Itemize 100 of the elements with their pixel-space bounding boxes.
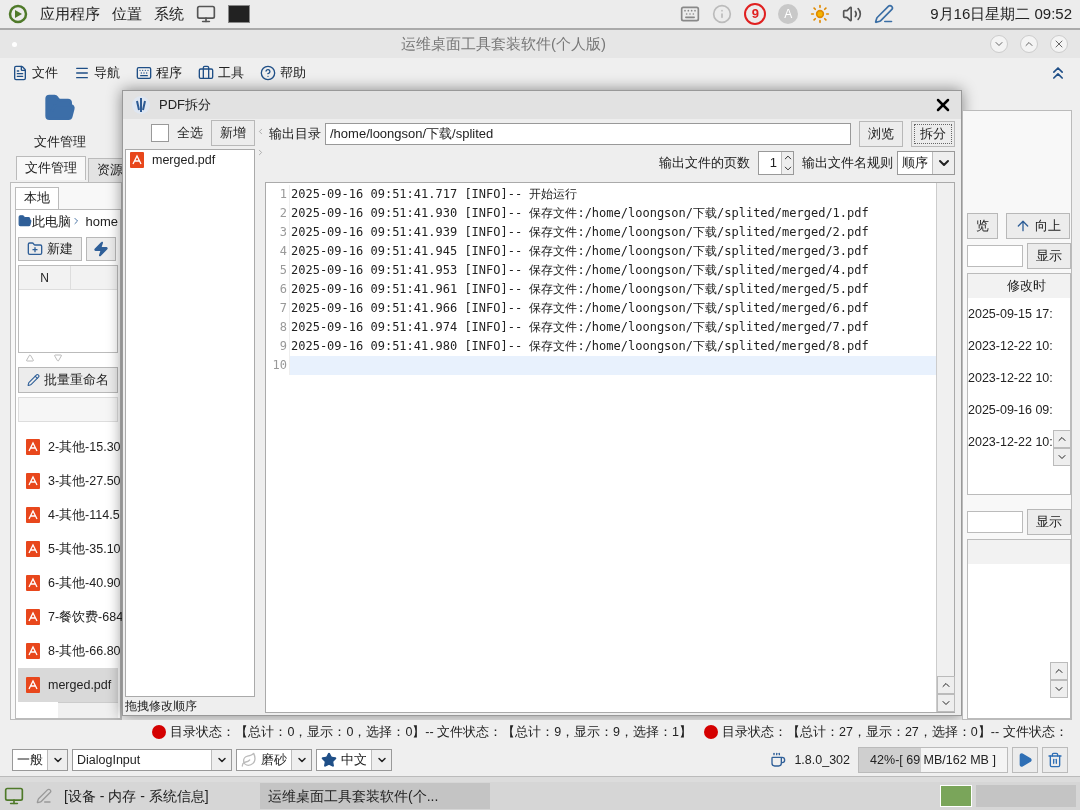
dropdown[interactable]: DialogInput [72, 749, 232, 771]
line-number: 1 [266, 185, 290, 204]
scroll-up-button[interactable] [1052, 430, 1071, 448]
scroll-down-button[interactable] [1050, 680, 1068, 698]
log-line: 2025-09-16 09:51:41.966 [INFO]-- 保存文件:/home/loongson/下载/splited/merged/6.pdf [290, 300, 870, 317]
action-button[interactable] [86, 237, 116, 262]
file-row[interactable]: 6-其他-40.90 [18, 566, 118, 601]
log-line: 2025-09-16 09:51:41.961 [INFO]-- 保存文件:/home/loongson/下载/splited/merged/5.pdf [290, 281, 870, 298]
breadcrumb-item[interactable]: 此电脑 [32, 211, 71, 231]
file-manager-launcher[interactable]: 文件管理 [20, 92, 100, 152]
scroll-up-button[interactable] [1050, 662, 1068, 680]
file-row[interactable]: 8-其他-66.80 [18, 634, 118, 669]
menu-item[interactable]: 文件 [32, 63, 58, 83]
scroll-down-button[interactable] [937, 694, 955, 712]
file-row[interactable]: 5-其他-35.10 [18, 532, 118, 567]
select-all-checkbox[interactable] [151, 124, 169, 142]
pdf-file-icon [26, 643, 40, 660]
log-line: 2025-09-16 09:51:41.930 [INFO]-- 保存文件:/home/loongson/下载/splited/merged/1.pdf [290, 205, 870, 222]
column-header[interactable]: 修改时 [968, 274, 1070, 298]
terminal-icon[interactable] [228, 5, 250, 23]
workspace-switcher[interactable] [940, 785, 972, 807]
taskbar-button[interactable]: 运维桌面工具套装软件(个... [260, 783, 490, 809]
splitter-down-icon[interactable] [54, 354, 62, 363]
scroll-down-button[interactable] [1052, 448, 1071, 466]
menu-item[interactable]: 帮助 [280, 63, 306, 83]
maximize-button[interactable] [1020, 35, 1038, 53]
play-icon [1017, 752, 1033, 768]
info-icon[interactable] [712, 4, 733, 24]
log-line: 2025-09-16 09:51:41.953 [INFO]-- 保存文件:/home/loongson/下载/splited/merged/4.pdf [290, 262, 870, 279]
keyboard-icon[interactable] [680, 4, 701, 24]
menu-item[interactable]: 导航 [94, 63, 120, 83]
run-button[interactable] [1012, 747, 1038, 773]
dropdown[interactable]: 中文 [316, 749, 392, 771]
page-count-spinner[interactable]: 1 [758, 151, 794, 175]
splitter-up-icon[interactable] [26, 354, 34, 363]
add-button[interactable]: 新增 [211, 120, 255, 146]
pencil-icon [27, 371, 40, 388]
folder-plus-icon [27, 241, 43, 258]
file-row[interactable]: 2-其他-15.30 [18, 430, 118, 465]
column-header[interactable]: N [19, 266, 71, 290]
desktop-icon[interactable] [4, 786, 24, 806]
file-row[interactable]: merged.pdf [18, 668, 118, 703]
tab[interactable]: 本地 [15, 186, 59, 209]
split-button[interactable]: 拆分 [911, 121, 955, 147]
tray-badge[interactable]: 9 [744, 3, 767, 25]
lightning-icon [93, 241, 109, 258]
vertical-scrollbar[interactable] [936, 183, 954, 712]
date-cell-text: 2023-12-22 10: [968, 434, 1053, 451]
up-button[interactable]: 向上 [1006, 213, 1070, 239]
panel-menu[interactable]: 系统 [154, 2, 184, 26]
panel-menu[interactable]: 位置 [112, 2, 142, 26]
panel-menu[interactable]: 应用程序 [40, 2, 100, 26]
log-editor[interactable] [265, 182, 955, 713]
file-name: 2-其他-15.30 [48, 438, 121, 456]
file-name: 6-其他-40.90 [48, 574, 121, 592]
line-number: 2 [266, 204, 290, 223]
naming-rule-select[interactable]: 顺序 [897, 151, 955, 175]
leaf-icon [241, 752, 257, 768]
browse-button[interactable]: 览 [967, 213, 998, 239]
show-button[interactable]: 显示 [1027, 243, 1071, 269]
minimize-button[interactable] [990, 35, 1008, 53]
dropdown[interactable]: 一般 [12, 749, 68, 771]
show-button[interactable]: 显示 [1027, 509, 1071, 535]
dropdown[interactable]: 磨砂 [236, 749, 312, 771]
menu-item[interactable]: 工具 [218, 63, 244, 83]
tab[interactable]: 资源 [88, 157, 122, 182]
horizontal-scrollbar[interactable] [58, 702, 118, 718]
filter-field[interactable] [967, 245, 1023, 267]
delete-button[interactable] [1042, 747, 1068, 773]
tab[interactable]: 文件管理 [16, 155, 86, 180]
file-row[interactable]: 4-其他-114.5 [18, 498, 118, 533]
output-dir-field[interactable]: /home/loongson/下载/splited [325, 123, 851, 145]
pen-icon[interactable] [874, 4, 895, 24]
clock[interactable]: 9月16日星期二 09:52 [930, 2, 1072, 26]
status-text: 目录状态：【总计：0，显示：0，选择：0】-- 文件状态：【总计：9，显示：9，选择：1】 [170, 723, 692, 741]
pdf-file-icon [26, 677, 40, 694]
pdf-file-icon [26, 609, 40, 626]
help-icon [260, 65, 276, 81]
browse-button[interactable]: 浏览 [859, 121, 903, 147]
file-row[interactable]: 3-其他-27.50 [18, 464, 118, 499]
file-name: 3-其他-27.50 [48, 472, 121, 490]
pdf-file-icon [26, 439, 40, 456]
volume-icon[interactable] [842, 4, 863, 24]
dialog-title: PDF拆分 [159, 96, 212, 115]
keyboard-icon [136, 65, 152, 81]
breadcrumb-item[interactable]: home [85, 211, 118, 231]
scroll-up-button[interactable] [937, 676, 955, 694]
new-button[interactable]: 新建 [18, 237, 82, 262]
menu-item[interactable]: 程序 [156, 63, 182, 83]
close-icon [1053, 38, 1065, 50]
file-name[interactable]: merged.pdf [152, 150, 216, 170]
line-number: 7 [266, 299, 290, 318]
sun-icon[interactable] [810, 4, 831, 24]
monitor-icon[interactable] [196, 4, 216, 24]
filter-field[interactable] [967, 511, 1023, 533]
rename-button[interactable]: 批量重命名 [18, 367, 118, 393]
file-name: 5-其他-35.10 [48, 540, 121, 558]
taskbar-button[interactable]: [设备 - 内存 - 系统信息] [56, 783, 256, 809]
checkbox-label[interactable]: 全选 [177, 123, 203, 143]
memory-bar[interactable]: 42%-[ 69 MB/162 MB ] [858, 747, 1008, 773]
